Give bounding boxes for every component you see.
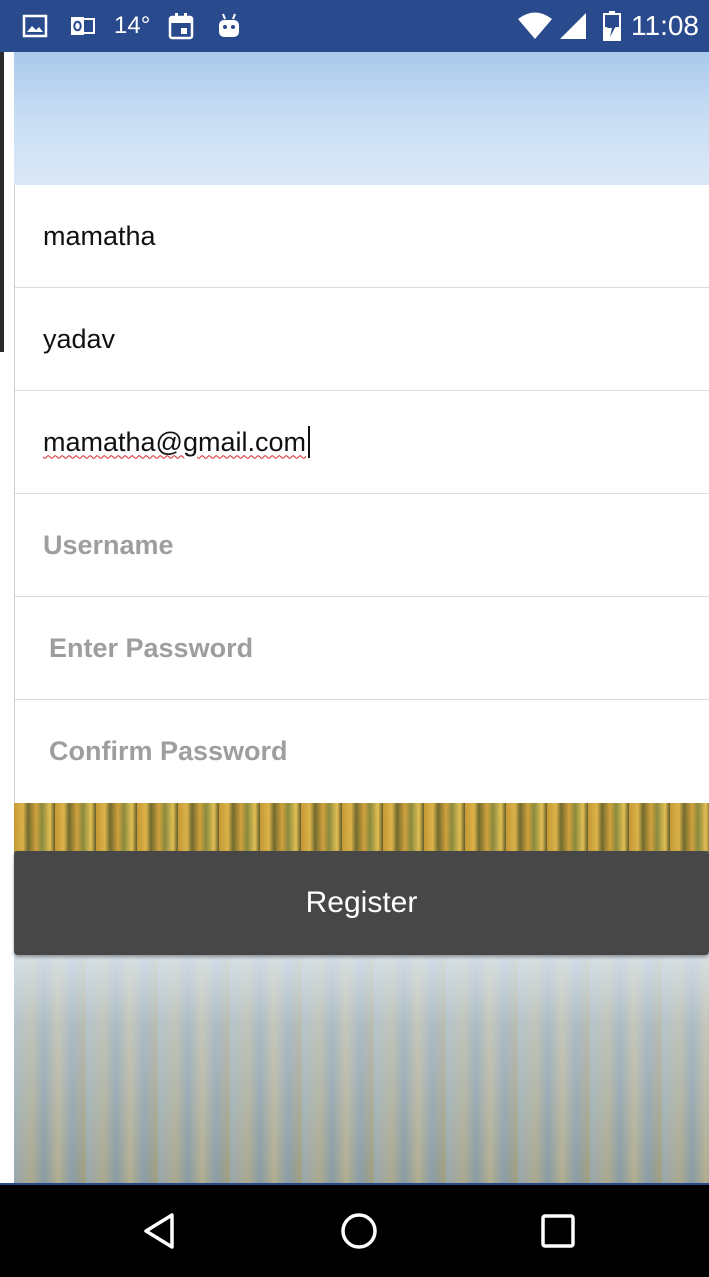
recents-icon	[541, 1214, 575, 1248]
status-left-group: 14°	[22, 12, 242, 40]
email-row[interactable]: mamatha@gmail.com	[15, 391, 709, 494]
email-field[interactable]: mamatha@gmail.com	[43, 426, 310, 458]
email-value: mamatha@gmail.com	[43, 426, 306, 457]
text-cursor	[308, 426, 310, 458]
registration-form: mamatha@gmail.com	[14, 185, 709, 803]
home-button[interactable]	[329, 1201, 389, 1261]
home-icon	[341, 1213, 377, 1249]
temperature-text: 14°	[114, 12, 151, 39]
background-trees	[14, 803, 709, 851]
last-name-field[interactable]	[43, 323, 663, 355]
android-icon	[216, 12, 242, 40]
register-screen: 14° 11:08 mamatha yadav mamatha@gmail.co…	[0, 0, 709, 1277]
battery-charging-icon	[603, 11, 621, 41]
password-field[interactable]	[43, 632, 669, 664]
confirm-password-row	[15, 700, 709, 803]
background-lake	[14, 955, 709, 1183]
last-name-row	[15, 288, 709, 391]
clock-text: 11:08	[631, 10, 699, 41]
status-right-group: 11:08	[517, 10, 699, 42]
recents-button[interactable]	[528, 1201, 588, 1261]
register-button[interactable]: Register	[14, 851, 709, 955]
wifi-icon	[517, 12, 553, 40]
status-bar: 14° 11:08	[0, 0, 709, 52]
calendar-icon	[168, 12, 194, 40]
cell-signal-icon	[559, 12, 587, 40]
left-edge-accent	[0, 52, 4, 352]
navigation-bar	[0, 1183, 709, 1277]
back-icon	[144, 1213, 174, 1249]
back-button[interactable]	[130, 1201, 190, 1261]
confirm-password-field[interactable]	[43, 736, 669, 767]
password-row	[15, 597, 709, 700]
gallery-icon	[22, 14, 48, 38]
username-field[interactable]	[43, 529, 663, 561]
outlook-icon	[70, 14, 96, 38]
first-name-row	[15, 185, 709, 288]
first-name-field[interactable]	[43, 220, 663, 252]
username-row	[15, 494, 709, 597]
